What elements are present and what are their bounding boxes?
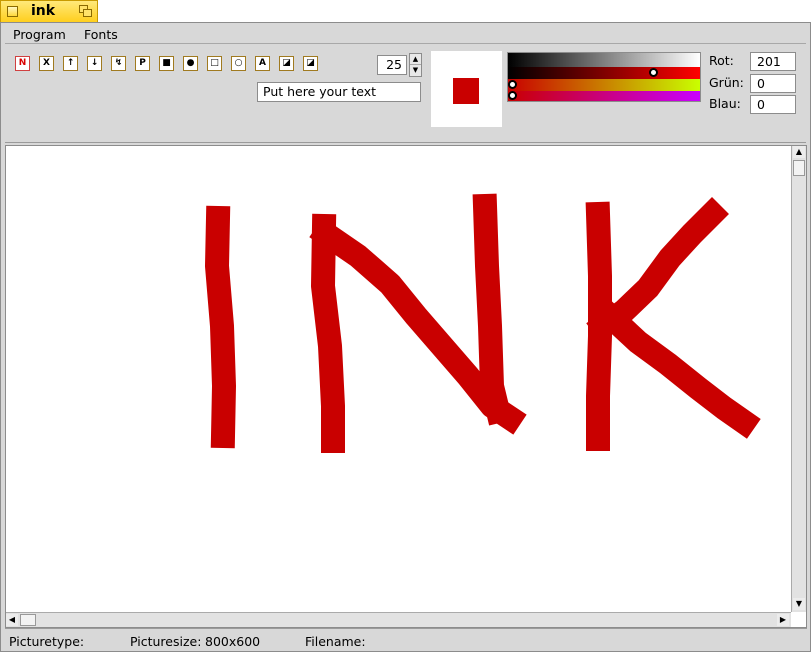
scroll-right-icon[interactable]: ▶ (777, 614, 789, 626)
tool-rect-button[interactable]: □ (207, 56, 222, 71)
tool-n-button[interactable]: N (15, 56, 30, 71)
stroke-letter-n (311, 213, 345, 453)
spin-up-icon[interactable]: ▲ (410, 54, 421, 65)
color-preview (431, 51, 502, 127)
color-gradients (507, 52, 701, 102)
gruen-field[interactable]: 0 (750, 74, 796, 93)
grayscale-gradient[interactable] (508, 53, 700, 67)
stroke-letter-k-lower (593, 299, 761, 439)
menu-fonts[interactable]: Fonts (84, 27, 118, 42)
tool-text-button[interactable]: A (255, 56, 270, 71)
scroll-up-icon[interactable]: ▲ (793, 146, 805, 158)
menu-program[interactable]: Program (13, 27, 66, 42)
tool-eraser-2-button[interactable]: ◪ (303, 56, 318, 71)
text-input[interactable]: Put here your text (257, 82, 421, 102)
spin-down-icon[interactable]: ▼ (410, 65, 421, 76)
rot-label: Rot: (709, 53, 734, 68)
status-bar: Picturetype: Picturesize: 800x600 Filena… (5, 628, 807, 650)
blau-label: Blau: (709, 96, 741, 111)
stroke-letter-i (205, 205, 236, 449)
horizontal-scrollbar[interactable]: ◀ ▶ (6, 612, 791, 627)
rot-field[interactable]: 201 (750, 52, 796, 71)
tool-filled-circle-button[interactable]: ● (183, 56, 198, 71)
red-slider-knob[interactable] (649, 68, 658, 77)
vertical-scroll-thumb[interactable] (793, 160, 805, 176)
menu-bar: Program Fonts (5, 24, 806, 44)
close-box-icon[interactable] (7, 6, 18, 17)
picturesize-label: Picturesize: (130, 634, 202, 649)
tool-eraser-1-button[interactable]: ◪ (279, 56, 294, 71)
app-window: Program Fonts N X ↑ ↓ ↯ P ■ ● □ ○ A ◪ ◪ 25 ▲ ▼ Put h… (0, 22, 811, 652)
gruen-label: Grün: (709, 75, 744, 90)
window-title: ink (31, 3, 56, 19)
title-bar: ink (0, 0, 811, 22)
green-slider-knob[interactable] (508, 80, 517, 89)
blau-field[interactable]: 0 (750, 95, 796, 114)
zoom-box-icon[interactable] (79, 5, 93, 18)
tool-down-arrow-button[interactable]: ↓ (87, 56, 102, 71)
drawing-canvas[interactable]: ▲ ▼ ◀ ▶ (5, 145, 807, 628)
tool-circle-button[interactable]: ○ (231, 56, 246, 71)
filename-label: Filename: (305, 634, 366, 649)
toolbar: N X ↑ ↓ ↯ P ■ ● □ ○ A ◪ ◪ 25 ▲ ▼ Put here your text … (5, 45, 806, 143)
red-slider[interactable] (508, 67, 700, 79)
tool-filled-rect-button[interactable]: ■ (159, 56, 174, 71)
brush-size-field[interactable]: 25 (377, 55, 407, 75)
color-preview-swatch (453, 78, 479, 104)
picturesize-value: 800x600 (205, 634, 261, 649)
scroll-left-icon[interactable]: ◀ (6, 614, 18, 626)
vertical-scrollbar[interactable]: ▲ ▼ (791, 146, 806, 612)
tool-p-button[interactable]: P (135, 56, 150, 71)
scroll-down-icon[interactable]: ▼ (793, 598, 805, 610)
blue-slider[interactable] (508, 91, 700, 101)
brush-size-spinner: ▲ ▼ (409, 53, 422, 77)
horizontal-scroll-thumb[interactable] (20, 614, 36, 626)
tool-up-arrow-button[interactable]: ↑ (63, 56, 78, 71)
tool-fill-button[interactable]: ↯ (111, 56, 126, 71)
window-tab[interactable]: ink (0, 0, 98, 22)
green-slider[interactable] (508, 79, 700, 91)
stroke-letter-n-right (472, 193, 513, 426)
picturetype-label: Picturetype: (9, 634, 85, 649)
ink-drawing[interactable] (6, 146, 791, 612)
blue-slider-knob[interactable] (508, 91, 517, 100)
tool-x-button[interactable]: X (39, 56, 54, 71)
